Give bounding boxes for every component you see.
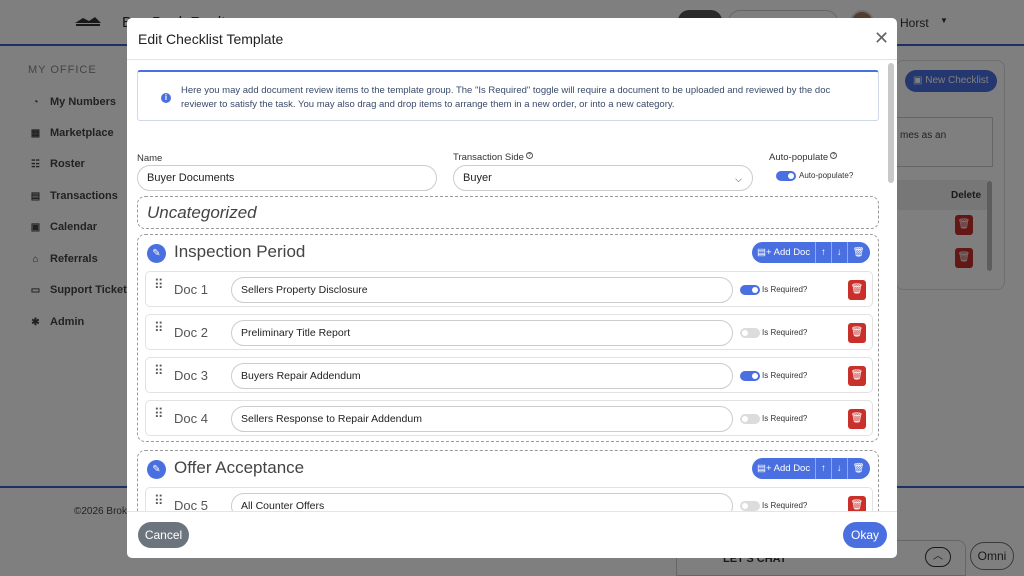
- name-input[interactable]: Buyer Documents: [137, 165, 437, 191]
- add-doc-label: Add Doc: [773, 463, 811, 474]
- scrollbar-thumb[interactable]: [888, 63, 894, 183]
- doc-row[interactable]: ⠿ Doc 2 Preliminary Title Report Is Requ…: [145, 314, 873, 350]
- add-doc-button[interactable]: ▤+ Add Doc: [752, 242, 817, 263]
- category-actions: ▤+ Add Doc ↑ ↓ 🗑: [752, 242, 870, 263]
- modal-header: Edit Checklist Template ✕: [127, 18, 897, 60]
- info-alert: i Here you may add document review items…: [137, 70, 879, 121]
- doc-label: Doc 4: [174, 411, 208, 426]
- is-required-label: Is Required?: [762, 285, 808, 294]
- name-value: Buyer Documents: [147, 172, 235, 184]
- doc-name-value: Preliminary Title Report: [241, 327, 351, 339]
- trash-icon[interactable]: 🗑: [848, 366, 866, 386]
- close-icon[interactable]: ✕: [874, 29, 889, 47]
- modal-footer: Cancel Okay: [127, 511, 897, 558]
- transaction-side-select[interactable]: Buyer ⌵: [453, 165, 753, 191]
- edit-icon[interactable]: ✎: [147, 460, 166, 479]
- arrow-up-icon[interactable]: ↑: [816, 242, 832, 263]
- doc-name-value: Sellers Response to Repair Addendum: [241, 413, 422, 425]
- doc-name-input[interactable]: Preliminary Title Report: [231, 320, 733, 346]
- drag-handle-icon[interactable]: ⠿: [154, 407, 164, 425]
- auto-populate-label: Auto-populate?: [769, 152, 838, 163]
- doc-name-value: Buyers Repair Addendum: [241, 370, 361, 382]
- is-required-label: Is Required?: [762, 414, 808, 423]
- category-title: Offer Acceptance: [174, 458, 305, 477]
- auto-populate-text: Auto-populate: [769, 152, 829, 163]
- drag-handle-icon[interactable]: ⠿: [154, 321, 164, 339]
- edit-icon[interactable]: ✎: [147, 244, 166, 263]
- add-file-icon: ▤+: [757, 463, 772, 474]
- trash-icon[interactable]: 🗑: [848, 458, 870, 479]
- doc-row[interactable]: ⠿ Doc 1 Sellers Property Disclosure Is R…: [145, 271, 873, 307]
- is-required-toggle[interactable]: [740, 285, 760, 295]
- is-required-toggle[interactable]: [740, 501, 760, 511]
- doc-label: Doc 2: [174, 325, 208, 340]
- drag-handle-icon[interactable]: ⠿: [154, 278, 164, 296]
- cancel-button[interactable]: Cancel: [138, 522, 189, 548]
- category-inspection-period: ✎ Inspection Period ▤+ Add Doc ↑ ↓ 🗑 ⠿ D…: [137, 234, 879, 442]
- auto-populate-toggle-label: Auto-populate?: [799, 171, 854, 180]
- trash-icon[interactable]: 🗑: [848, 323, 866, 343]
- is-required-toggle[interactable]: [740, 371, 760, 381]
- add-file-icon: ▤+: [757, 247, 772, 258]
- edit-checklist-modal: Edit Checklist Template ✕ i Here you may…: [127, 18, 897, 558]
- trash-icon[interactable]: 🗑: [848, 409, 866, 429]
- question-circle-icon[interactable]: ?: [830, 152, 838, 159]
- modal-body: i Here you may add document review items…: [127, 61, 897, 511]
- trash-icon[interactable]: 🗑: [848, 280, 866, 300]
- doc-name-input[interactable]: Sellers Response to Repair Addendum: [231, 406, 733, 432]
- is-required-toggle[interactable]: [740, 328, 760, 338]
- doc-row[interactable]: ⠿ Doc 4 Sellers Response to Repair Adden…: [145, 400, 873, 436]
- doc-row[interactable]: ⠿ Doc 3 Buyers Repair Addendum Is Requir…: [145, 357, 873, 393]
- doc-name-input[interactable]: Buyers Repair Addendum: [231, 363, 733, 389]
- is-required-label: Is Required?: [762, 501, 808, 510]
- trash-icon[interactable]: 🗑: [848, 496, 866, 511]
- trash-icon[interactable]: 🗑: [848, 242, 870, 263]
- arrow-up-icon[interactable]: ↑: [816, 458, 832, 479]
- chevron-down-icon: ⌵: [735, 174, 742, 184]
- info-text: Here you may add document review items t…: [181, 85, 831, 110]
- drag-handle-icon[interactable]: ⠿: [154, 364, 164, 382]
- doc-label: Doc 3: [174, 368, 208, 383]
- add-doc-button[interactable]: ▤+ Add Doc: [752, 458, 817, 479]
- doc-name-input[interactable]: Sellers Property Disclosure: [231, 277, 733, 303]
- doc-name-value: Sellers Property Disclosure: [241, 284, 368, 296]
- category-offer-acceptance: ✎ Offer Acceptance ▤+ Add Doc ↑ ↓ 🗑 ⠿ Do…: [137, 450, 879, 511]
- category-uncategorized: Uncategorized: [137, 196, 879, 229]
- okay-button[interactable]: Okay: [843, 522, 887, 548]
- info-icon: i: [161, 93, 171, 103]
- transaction-side-label: Transaction Side?: [453, 152, 533, 163]
- arrow-down-icon[interactable]: ↓: [832, 242, 848, 263]
- drag-handle-icon[interactable]: ⠿: [154, 494, 164, 511]
- name-label: Name: [137, 153, 163, 164]
- doc-name-input[interactable]: All Counter Offers: [231, 493, 733, 511]
- modal-title: Edit Checklist Template: [138, 31, 284, 47]
- doc-name-value: All Counter Offers: [241, 500, 325, 511]
- question-circle-icon[interactable]: ?: [525, 152, 533, 159]
- add-doc-label: Add Doc: [773, 247, 811, 258]
- doc-label: Doc 5: [174, 498, 208, 511]
- modal-scrollbar[interactable]: [888, 61, 894, 501]
- is-required-toggle[interactable]: [740, 414, 760, 424]
- is-required-label: Is Required?: [762, 328, 808, 337]
- doc-row[interactable]: ⠿ Doc 5 All Counter Offers Is Required? …: [145, 487, 873, 511]
- category-title: Uncategorized: [147, 203, 257, 222]
- arrow-down-icon[interactable]: ↓: [832, 458, 848, 479]
- is-required-label: Is Required?: [762, 371, 808, 380]
- doc-label: Doc 1: [174, 282, 208, 297]
- auto-populate-toggle[interactable]: [776, 171, 796, 181]
- category-actions: ▤+ Add Doc ↑ ↓ 🗑: [752, 458, 870, 479]
- transaction-side-value: Buyer: [463, 172, 492, 184]
- transaction-side-text: Transaction Side: [453, 152, 524, 163]
- category-title: Inspection Period: [174, 242, 306, 261]
